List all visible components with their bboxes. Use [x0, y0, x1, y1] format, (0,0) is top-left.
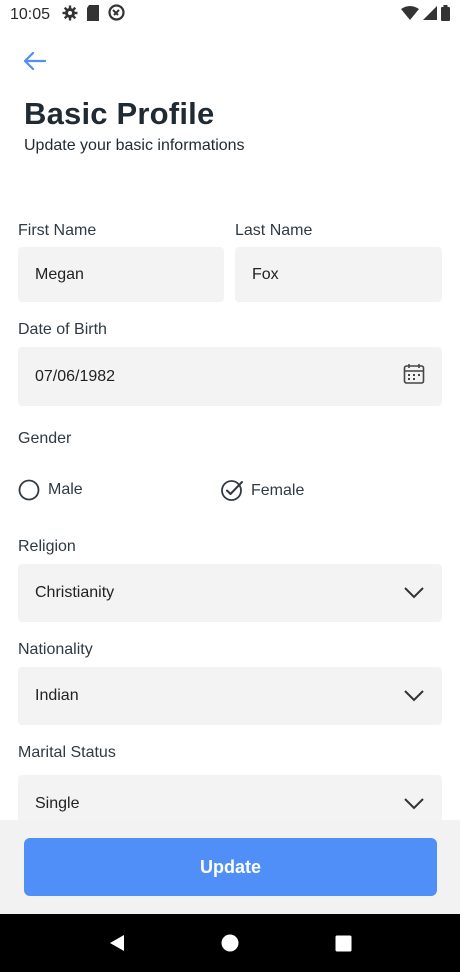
first-name-label: First Name — [18, 222, 97, 239]
back-button[interactable] — [22, 48, 48, 74]
status-bar: 10:05 — [0, 0, 460, 30]
dob-label: Date of Birth — [18, 321, 107, 338]
chevron-down-icon — [403, 582, 425, 604]
marital-status-label: Marital Status — [18, 744, 116, 761]
home-circle-icon[interactable] — [215, 928, 245, 958]
battery-icon — [441, 4, 450, 26]
status-icons-right — [401, 4, 450, 26]
religion-select[interactable]: Christianity — [18, 564, 442, 622]
back-triangle-icon[interactable] — [102, 928, 132, 958]
religion-label: Religion — [18, 538, 76, 555]
page-title: Basic Profile — [24, 96, 215, 131]
signal-icon — [423, 5, 437, 25]
gender-option-male[interactable]: Male — [18, 479, 83, 501]
wifi-icon — [401, 5, 419, 25]
settings-icon — [62, 5, 78, 26]
nationality-label: Nationality — [18, 641, 93, 658]
gender-option-female[interactable]: Female — [220, 479, 304, 502]
update-button[interactable]: Update — [24, 838, 437, 896]
nationality-value: Indian — [35, 687, 79, 704]
recents-square-icon[interactable] — [328, 928, 358, 958]
last-name-value: Fox — [252, 265, 279, 283]
first-name-field[interactable]: Megan — [18, 247, 224, 302]
last-name-field[interactable]: Fox — [235, 247, 442, 302]
sd-card-icon — [86, 4, 100, 26]
sync-icon — [108, 4, 125, 26]
page-subtitle: Update your basic informations — [24, 137, 245, 154]
last-name-label: Last Name — [235, 222, 313, 239]
arrow-left-icon — [24, 52, 46, 70]
radio-checked-icon — [221, 480, 243, 501]
status-time: 10:05 — [10, 6, 51, 23]
dob-field[interactable]: 07/06/1982 — [18, 347, 442, 406]
system-nav-bar — [0, 914, 460, 972]
radio-unchecked-icon — [18, 479, 40, 501]
chevron-down-icon — [403, 793, 425, 815]
first-name-value: Megan — [35, 265, 84, 283]
marital-status-value: Single — [35, 795, 80, 812]
gender-male-label: Male — [48, 481, 83, 498]
gender-female-label: Female — [251, 481, 305, 499]
gender-label: Gender — [18, 430, 72, 447]
status-icons-left — [62, 4, 125, 26]
chevron-down-icon — [403, 685, 425, 707]
religion-value: Christianity — [35, 584, 115, 601]
calendar-icon[interactable] — [403, 363, 425, 390]
nationality-select[interactable]: Indian — [18, 667, 442, 725]
dob-value: 07/06/1982 — [35, 367, 116, 385]
